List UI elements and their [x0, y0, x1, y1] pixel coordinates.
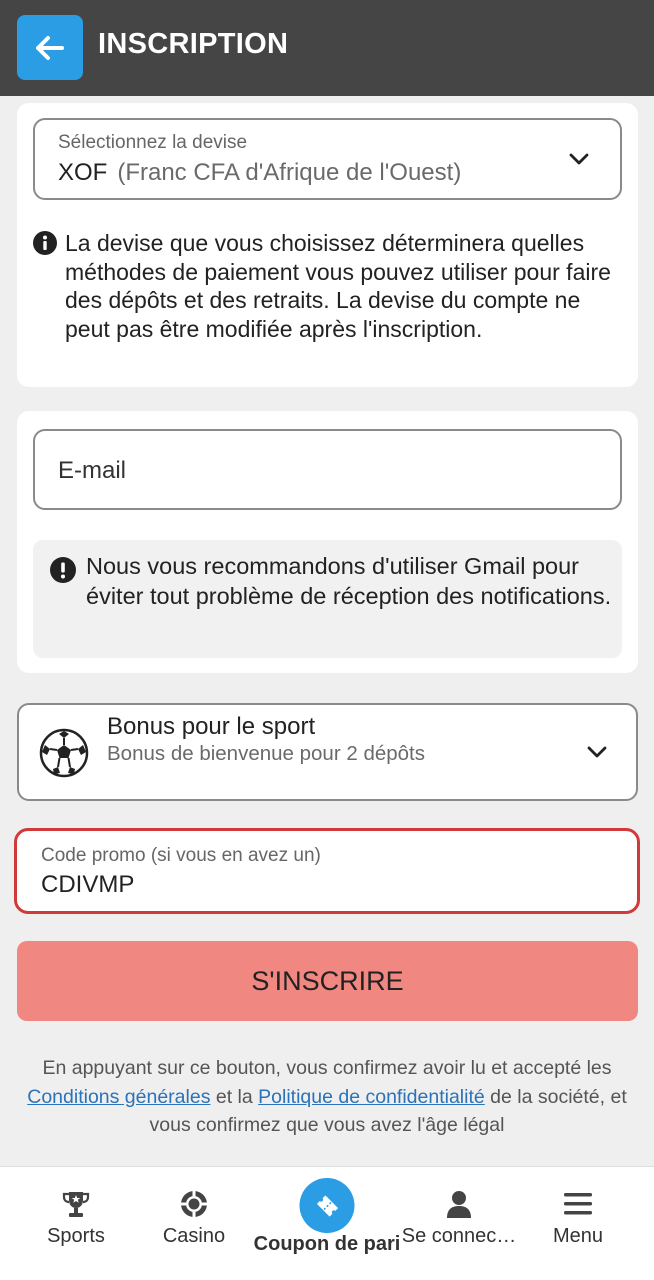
header-bar: INSCRIPTION — [0, 0, 654, 96]
chevron-down-icon — [569, 153, 589, 165]
currency-select[interactable]: Sélectionnez la devise XOF (Franc CFA d'A… — [33, 118, 622, 200]
email-placeholder: E-mail — [58, 457, 127, 484]
soccer-ball-icon — [39, 728, 89, 778]
casino-chip-icon — [181, 1191, 207, 1217]
chevron-down-icon — [587, 746, 607, 758]
promo-code-label: Code promo (si vous en avez un) — [41, 845, 321, 866]
coupon-icon-circle — [299, 1178, 355, 1233]
bonus-subtitle: Bonus de bienvenue pour 2 dépôts — [107, 742, 426, 765]
nav-casino[interactable]: Casino — [126, 1167, 262, 1280]
currency-label: Sélectionnez la devise — [58, 132, 248, 153]
info-icon — [33, 231, 57, 255]
privacy-policy-link[interactable]: Politique de confidentialité — [258, 1086, 485, 1108]
gmail-note-text: Nous vous recommandons d'utiliser Gmail … — [86, 553, 612, 609]
arrow-left-icon — [36, 35, 64, 60]
hamburger-menu-icon — [564, 1193, 592, 1215]
email-card: E-mail Nous vous recommandons d'utiliser… — [17, 411, 638, 673]
ticket-icon — [316, 1194, 338, 1217]
currency-code: XOF — [58, 159, 108, 186]
nav-coupon[interactable]: Coupon de pari — [252, 1167, 402, 1280]
exclamation-icon — [50, 557, 76, 583]
nav-coupon-label: Coupon de pari — [253, 1233, 401, 1255]
promo-code-value: CDIVMP — [41, 871, 135, 898]
promo-code-field[interactable]: Code promo (si vous en avez un) CDIVMP — [14, 828, 640, 914]
page-title: INSCRIPTION — [98, 28, 289, 60]
nav-menu-label: Menu — [552, 1225, 604, 1247]
bottom-nav: Sports Casino Coupon de pari Se connec… … — [0, 1166, 654, 1280]
back-button[interactable] — [17, 15, 83, 80]
nav-casino-label: Casino — [162, 1225, 226, 1247]
register-button[interactable]: S'INSCRIRE — [17, 941, 638, 1021]
bonus-title: Bonus pour le sport — [107, 713, 316, 740]
terms-conditions-link[interactable]: Conditions générales — [27, 1086, 210, 1108]
nav-sports-label: Sports — [47, 1225, 105, 1247]
nav-sports[interactable]: Sports — [8, 1167, 144, 1280]
email-field[interactable]: E-mail — [33, 429, 622, 510]
gmail-note: Nous vous recommandons d'utiliser Gmail … — [33, 540, 622, 658]
terms-part-2: et la — [215, 1085, 253, 1108]
currency-value: XOF (Franc CFA d'Afrique de l'Ouest) — [58, 159, 461, 187]
user-icon — [447, 1191, 471, 1218]
trophy-icon — [62, 1192, 90, 1217]
terms-text: En appuyant sur ce bouton, vous confirme… — [20, 1054, 634, 1140]
currency-card: Sélectionnez la devise XOF (Franc CFA d'A… — [17, 103, 638, 387]
currency-name: (Franc CFA d'Afrique de l'Ouest) — [117, 159, 462, 186]
nav-login[interactable]: Se connec… — [398, 1167, 520, 1280]
nav-menu[interactable]: Menu — [520, 1167, 636, 1280]
currency-info-text: La devise que vous choisissez déterminer… — [65, 230, 611, 342]
nav-login-label: Se connec… — [401, 1225, 517, 1247]
bonus-select[interactable]: Bonus pour le sport Bonus de bienvenue p… — [17, 703, 638, 801]
terms-part-1: En appuyant sur ce bouton, vous confirme… — [42, 1057, 612, 1079]
